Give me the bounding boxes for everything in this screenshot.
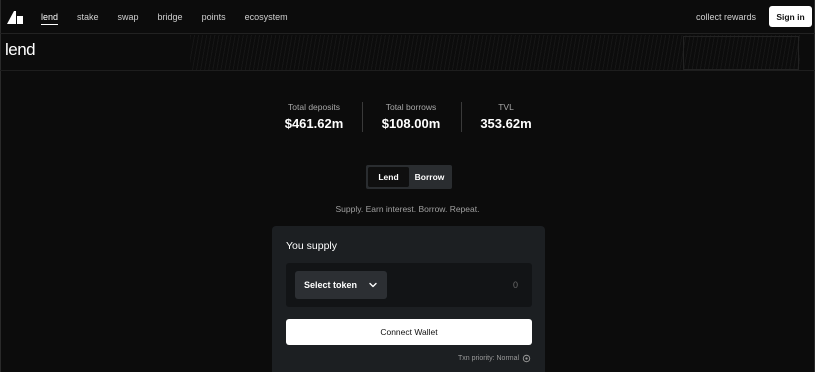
stat-value: $461.62m — [284, 116, 344, 131]
brand-logo-icon[interactable] — [6, 9, 24, 25]
stat-divider — [461, 102, 462, 132]
txn-priority-label: Txn priority: Normal — [458, 355, 520, 362]
nav-links: lend stake swap bridge points ecosystem — [41, 11, 307, 25]
nav-link-stake[interactable]: stake — [77, 11, 99, 25]
lend-borrow-toggle: Lend Borrow — [366, 165, 452, 189]
stat-total-deposits: Total deposits $461.62m — [283, 101, 345, 133]
select-token-button[interactable]: Select token — [295, 271, 387, 299]
stat-divider — [362, 102, 363, 132]
stat-value: $108.00m — [381, 116, 441, 131]
collect-rewards-link[interactable]: collect rewards — [696, 11, 756, 23]
stat-value: 353.62m — [480, 116, 532, 131]
tagline: Supply. Earn interest. Borrow. Repeat. — [335, 204, 480, 214]
chevron-down-icon — [369, 282, 377, 288]
connect-wallet-button[interactable]: Connect Wallet — [286, 319, 532, 345]
stat-total-borrows: Total borrows $108.00m — [378, 101, 444, 133]
header-decor-box — [683, 36, 799, 70]
nav-link-bridge[interactable]: bridge — [158, 11, 183, 25]
supply-input-box: Select token — [286, 263, 532, 307]
sign-in-button[interactable]: Sign in — [769, 6, 812, 27]
supply-card: You supply Select token Connect Wallet T… — [272, 226, 545, 372]
top-nav: lend stake swap bridge points ecosystem … — [0, 0, 815, 34]
nav-link-swap[interactable]: swap — [118, 11, 139, 25]
stat-tvl: TVL 353.62m — [476, 101, 536, 133]
stat-label: Total borrows — [385, 102, 437, 112]
card-title: You supply — [286, 240, 337, 252]
lend-tab[interactable]: Lend — [368, 167, 409, 187]
stat-label: TVL — [498, 102, 514, 112]
nav-link-lend[interactable]: lend — [41, 11, 59, 25]
nav-link-ecosystem[interactable]: ecosystem — [245, 11, 288, 25]
stat-label: Total deposits — [288, 102, 340, 112]
nav-link-points[interactable]: points — [202, 11, 226, 25]
page-title: lend — [5, 40, 36, 59]
select-token-label: Select token — [304, 280, 358, 290]
txn-priority-setting[interactable]: Txn priority: Normal — [458, 354, 531, 363]
amount-input[interactable] — [456, 278, 518, 292]
gear-icon — [522, 354, 531, 363]
borrow-tab[interactable]: Borrow — [409, 167, 450, 187]
